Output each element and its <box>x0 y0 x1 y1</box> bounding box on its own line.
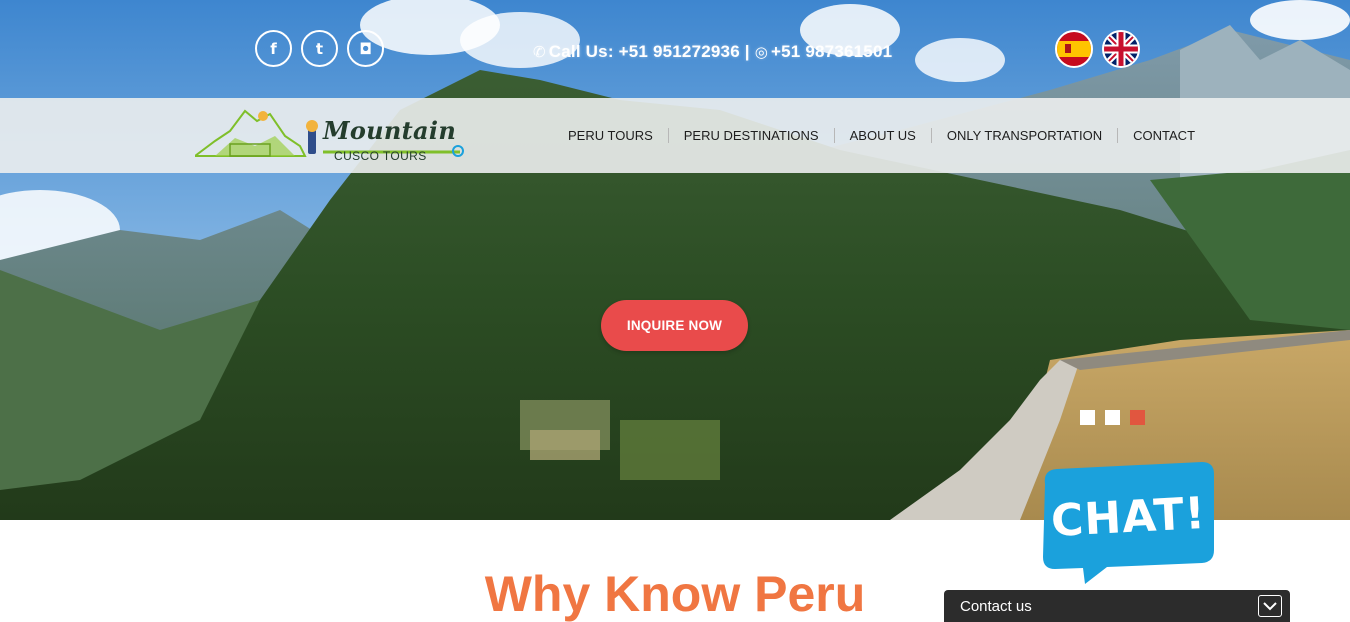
nav-only-transportation[interactable]: ONLY TRANSPORTATION <box>930 128 1117 143</box>
slider-pagination <box>1080 410 1145 425</box>
facebook-icon[interactable]: f <box>255 30 292 67</box>
chat-bubble[interactable]: CHAT! <box>1037 462 1217 587</box>
language-switcher <box>1055 30 1140 68</box>
site-logo[interactable]: Mountain CUSCO TOURS <box>195 106 470 166</box>
whatsapp-icon: ◎ <box>754 43 768 61</box>
logo-title: Mountain <box>323 116 457 145</box>
chevron-down-icon[interactable] <box>1258 595 1282 617</box>
inquire-now-button[interactable]: INQUIRE NOW <box>601 300 748 351</box>
uk-flag-icon[interactable] <box>1102 30 1140 68</box>
phone-separator: | <box>744 42 750 61</box>
contact-us-widget[interactable]: Contact us <box>944 590 1290 622</box>
nav-peru-destinations[interactable]: PERU DESTINATIONS <box>667 128 834 143</box>
hero-landscape-image <box>0 0 1350 520</box>
phone-number[interactable]: Call Us: +51 951272936 <box>549 42 740 61</box>
slider-dot-active[interactable] <box>1130 410 1145 425</box>
instagram-icon[interactable]: ◘ <box>347 30 384 67</box>
nav-about-us[interactable]: ABOUT US <box>833 128 931 143</box>
main-menu: PERU TOURS PERU DESTINATIONS ABOUT US ON… <box>553 98 1210 173</box>
logo-subtitle: CUSCO TOURS <box>334 149 427 163</box>
spain-flag-icon[interactable] <box>1055 30 1093 68</box>
contact-us-label: Contact us <box>960 597 1032 615</box>
slider-dot[interactable] <box>1105 410 1120 425</box>
chat-bubble-text: CHAT! <box>1049 487 1208 548</box>
nav-contact[interactable]: CONTACT <box>1117 128 1210 143</box>
phone-info: ✆ Call Us: +51 951272936 | ◎ +51 987361501 <box>533 42 892 62</box>
slider-dot[interactable] <box>1080 410 1095 425</box>
twitter-icon[interactable]: t <box>301 30 338 67</box>
social-links: f t ◘ <box>255 30 384 67</box>
hero-banner: f t ◘ ✆ Call Us: +51 951272936 | ◎ +51 987… <box>0 0 1350 520</box>
page: f t ◘ ✆ Call Us: +51 951272936 | ◎ +51 987… <box>0 0 1350 622</box>
whatsapp-number[interactable]: +51 987361501 <box>771 42 892 61</box>
main-navbar: Mountain CUSCO TOURS PERU TOURS PERU DES… <box>0 98 1350 173</box>
phone-icon: ✆ <box>533 43 546 61</box>
nav-peru-tours[interactable]: PERU TOURS <box>553 128 668 143</box>
